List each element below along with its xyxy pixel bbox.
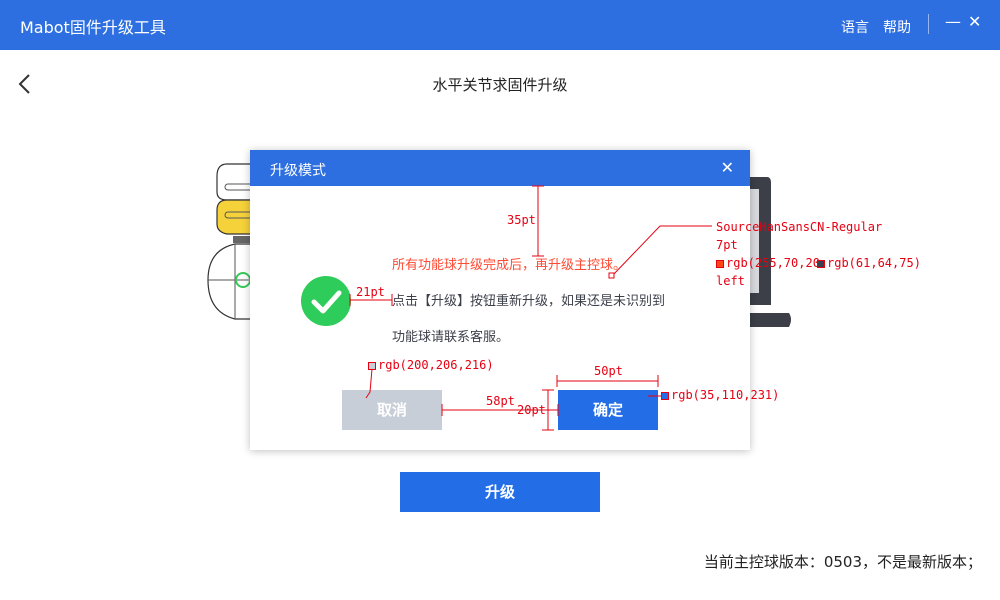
message-line-1: 点击【升级】按钮重新升级，如果还是未识别到 [392,294,666,309]
upgrade-button[interactable]: 升级 [400,472,600,512]
warning-text: 所有功能球升级完成后，再升级主控球。 [392,258,627,273]
color-swatch-icon [716,259,724,268]
annotation-btn-height: 20pt [517,403,546,417]
laptop-illustration [745,177,791,327]
annotation-align: left [716,274,745,288]
robot-device-illustration [207,163,255,320]
annotation-color-warning: rgb(255,70,20 [716,256,820,270]
annotation-color-text: rgb(61,64,75) [817,256,921,270]
annotation-color-confirm: rgb(35,110,231) [661,388,779,402]
annotation-font-name: SourceHanSansCN-Regular [716,220,883,234]
titlebar-divider [928,14,929,34]
annotation-btn-width: 50pt [594,364,623,378]
success-check-icon [301,276,351,326]
cancel-button[interactable]: 取消 [342,390,442,430]
help-menu[interactable]: 帮助 [883,17,911,37]
annotation-btn-gap: 58pt [486,394,515,408]
annotation-color-cancel: rgb(200,206,216) [368,358,494,372]
color-swatch-icon [661,391,669,400]
annotation-spacing-top: 35pt [507,213,536,227]
version-status-text: 当前主控球版本：0503，不是最新版本； [703,553,982,571]
minimize-button[interactable]: — [945,12,961,31]
message-line-2: 功能球请联系客服。 [392,330,510,345]
page-title: 水平关节求固件升级 [432,76,568,94]
language-menu[interactable]: 语言 [841,17,869,37]
dialog-header: 升级模式 ✕ [250,150,750,186]
annotation-spacing-icon: 21pt [356,285,385,299]
annotation-font-size: 7pt [716,238,738,252]
confirm-button[interactable]: 确定 [558,390,658,430]
color-swatch-icon [817,259,825,268]
color-swatch-icon [368,361,376,370]
dialog-close-button[interactable]: ✕ [721,158,734,177]
window-close-button[interactable]: ✕ [968,12,981,31]
title-bar: Mabot固件升级工具 语言 帮助 — ✕ [0,0,1000,50]
app-title: Mabot固件升级工具 [20,18,166,37]
dialog-title: 升级模式 [270,163,326,179]
